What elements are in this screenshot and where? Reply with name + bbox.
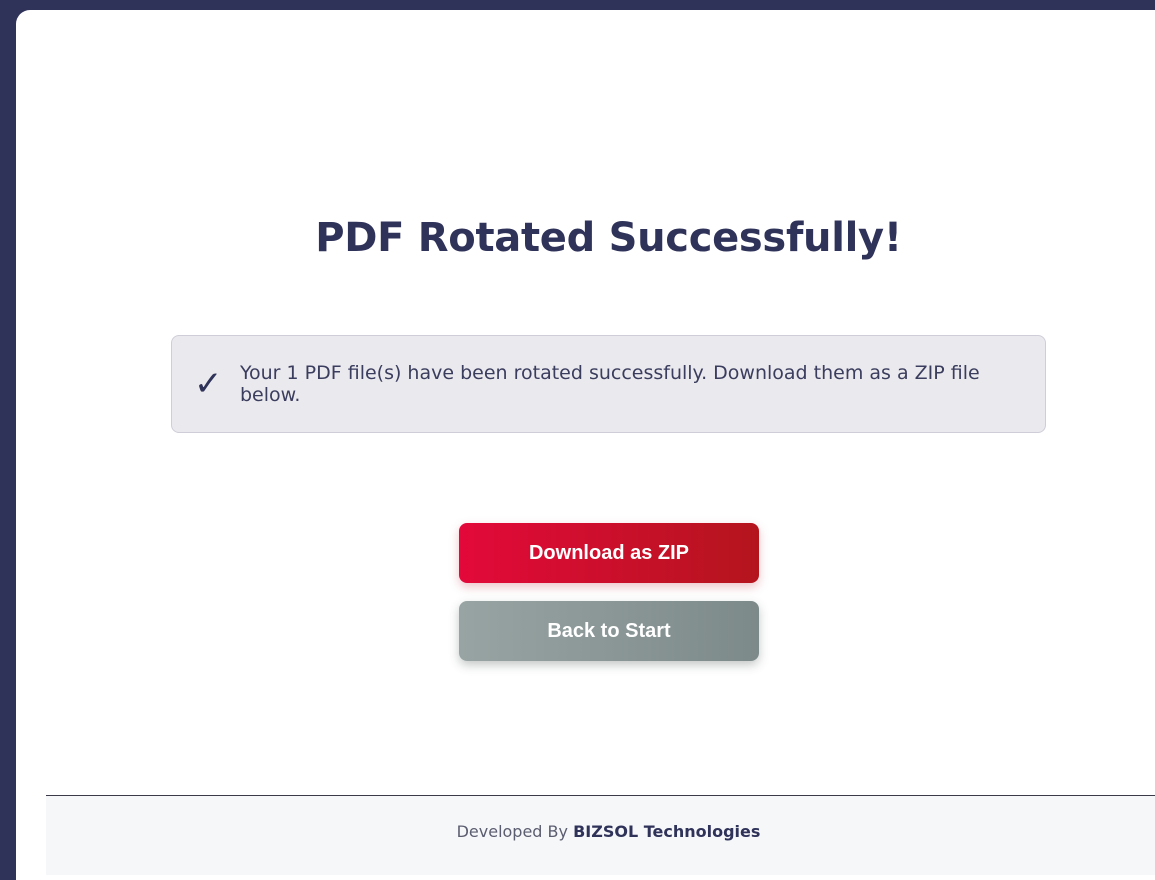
footer-prefix: Developed By (456, 822, 574, 841)
footer: Developed By BIZSOL Technologies (46, 795, 1155, 875)
footer-credit: Developed By BIZSOL Technologies (46, 822, 1155, 841)
main-card: PDF Rotated Successfully! ✓ Your 1 PDF f… (16, 10, 1155, 880)
download-zip-button[interactable]: Download as ZIP (459, 523, 759, 583)
footer-brand: BIZSOL Technologies (573, 822, 761, 841)
check-icon: ✓ (194, 364, 223, 404)
back-to-start-button[interactable]: Back to Start (459, 601, 759, 661)
notice-message: Your 1 PDF file(s) have been rotated suc… (239, 362, 980, 406)
page-title: PDF Rotated Successfully! (315, 215, 902, 261)
success-notice: ✓ Your 1 PDF file(s) have been rotated s… (171, 335, 1046, 433)
